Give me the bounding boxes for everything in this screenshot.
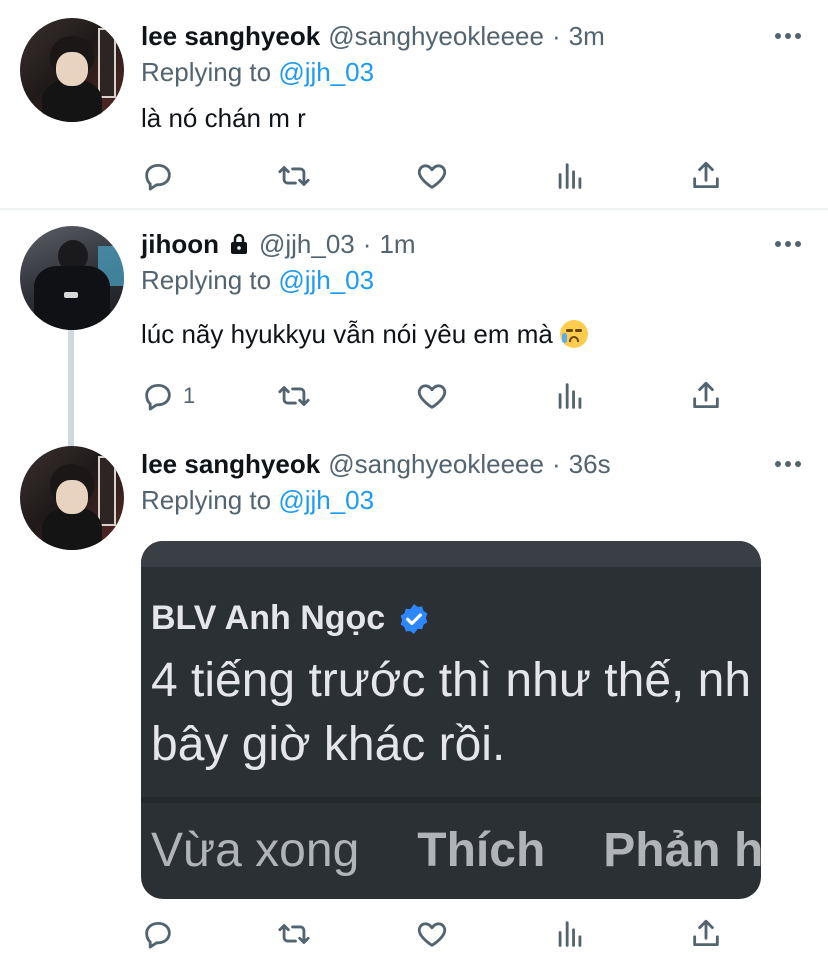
tweet-text-content: lúc nãy hyukkyu vẫn nói yêu em mà: [141, 319, 553, 349]
avatar-jacket-logo: [64, 292, 78, 298]
timestamp[interactable]: 1m: [379, 229, 415, 260]
action-bar: 1: [141, 376, 741, 416]
analytics-button[interactable]: [553, 156, 587, 196]
comment-text-line: bây giờ khác rồi.: [151, 718, 506, 771]
tweet[interactable]: jihoon @jjh_03 · 1m Replying to @jjh_03 …: [0, 210, 828, 440]
tweet-header: jihoon @jjh_03 · 1m: [141, 226, 808, 262]
retweet-icon: [278, 924, 310, 944]
reply-button[interactable]: [141, 156, 183, 196]
comment-text: 4 tiếng trước thì như thế, nh bây giờ kh…: [151, 649, 751, 777]
author-handle[interactable]: @sanghyeokleeee: [328, 449, 544, 480]
retweet-button[interactable]: [277, 914, 311, 954]
reply-icon: [145, 921, 171, 949]
share-button[interactable]: [689, 914, 723, 954]
like-icon: [417, 164, 447, 189]
separator-dot: ·: [362, 228, 372, 259]
replying-to: Replying to @jjh_03: [141, 54, 808, 90]
more-icon[interactable]: [768, 446, 808, 482]
reply-icon: [145, 163, 171, 191]
timestamp[interactable]: 36s: [569, 449, 611, 480]
analytics-icon: [558, 921, 582, 947]
author-name[interactable]: lee sanghyeok: [141, 449, 320, 480]
analytics-icon: [558, 383, 582, 409]
like-button[interactable]: [415, 914, 449, 954]
like-icon: [417, 922, 447, 947]
more-icon[interactable]: [768, 18, 808, 54]
comment-text-line: 4 tiếng trước thì như thế, nh: [151, 654, 752, 707]
retweet-icon: [278, 386, 310, 406]
share-icon: [693, 381, 719, 409]
verified-icon: [400, 603, 428, 634]
replying-to-label: Replying to: [141, 485, 272, 515]
avatar-background-sign: [98, 28, 116, 98]
reply-icon: [145, 383, 171, 411]
reply-button[interactable]: [141, 914, 183, 954]
lock-icon: [230, 233, 247, 254]
avatar-background-sign: [98, 456, 116, 526]
loudly-crying-face-icon: [560, 320, 589, 348]
comment-like: Thích: [417, 824, 546, 877]
avatar[interactable]: [20, 446, 124, 550]
retweet-icon: [278, 166, 310, 186]
reply-button[interactable]: 1: [141, 376, 195, 416]
share-icon: [693, 919, 719, 947]
action-bar: [141, 156, 741, 196]
share-icon: [693, 161, 719, 189]
avatar-jacket: [34, 266, 110, 330]
author-handle[interactable]: @sanghyeokleeee: [328, 21, 544, 52]
mention-link[interactable]: @jjh_03: [278, 57, 374, 87]
reply-count: 1: [183, 383, 196, 408]
comment-author-row: BLV Anh Ngọc: [151, 599, 431, 638]
media-top-band: [141, 541, 761, 567]
analytics-button[interactable]: [553, 914, 587, 954]
share-button[interactable]: [689, 156, 723, 196]
mention-link[interactable]: @jjh_03: [278, 265, 374, 295]
replying-to-label: Replying to: [141, 265, 272, 295]
analytics-button[interactable]: [553, 376, 587, 416]
mention-link[interactable]: @jjh_03: [278, 485, 374, 515]
avatar-face: [56, 52, 88, 86]
retweet-button[interactable]: [277, 376, 311, 416]
separator-dot: ·: [551, 20, 561, 51]
tweet[interactable]: lee sanghyeok @sanghyeokleeee · 3m Reply…: [0, 0, 828, 208]
author-name[interactable]: lee sanghyeok: [141, 21, 320, 52]
avatar[interactable]: [20, 226, 124, 330]
separator-dot: ·: [551, 448, 561, 479]
analytics-icon: [558, 163, 582, 189]
avatar[interactable]: [20, 18, 124, 122]
comment-footer: Vừa xong Thích Phản hồ: [151, 823, 761, 878]
media-separator: [141, 797, 761, 803]
more-icon[interactable]: [768, 226, 808, 262]
tweet-text: là nó chán m r: [141, 103, 306, 133]
tweet-text: lúc nãy hyukkyu vẫn nói yêu em mà: [141, 316, 808, 352]
replying-to-label: Replying to: [141, 57, 272, 87]
replying-to: Replying to @jjh_03: [141, 482, 808, 518]
timestamp[interactable]: 3m: [569, 21, 605, 52]
action-bar: [141, 914, 741, 954]
like-icon: [417, 384, 447, 409]
tweet-media-image[interactable]: BLV Anh Ngọc 4 tiếng trước thì như thế, …: [141, 541, 761, 899]
author-handle[interactable]: @jjh_03: [259, 229, 355, 260]
comment-reply: Phản hồ: [603, 824, 761, 877]
share-button[interactable]: [689, 376, 723, 416]
like-button[interactable]: [415, 376, 449, 416]
author-name[interactable]: jihoon: [141, 229, 219, 260]
tweet-header: lee sanghyeok @sanghyeokleeee · 3m: [141, 18, 808, 54]
like-button[interactable]: [415, 156, 449, 196]
tweet-header: lee sanghyeok @sanghyeokleeee · 36s: [141, 446, 808, 482]
replying-to: Replying to @jjh_03: [141, 262, 808, 298]
avatar-face: [56, 480, 88, 514]
retweet-button[interactable]: [277, 156, 311, 196]
comment-time: Vừa xong: [151, 824, 360, 877]
comment-author: BLV Anh Ngọc: [151, 599, 386, 637]
